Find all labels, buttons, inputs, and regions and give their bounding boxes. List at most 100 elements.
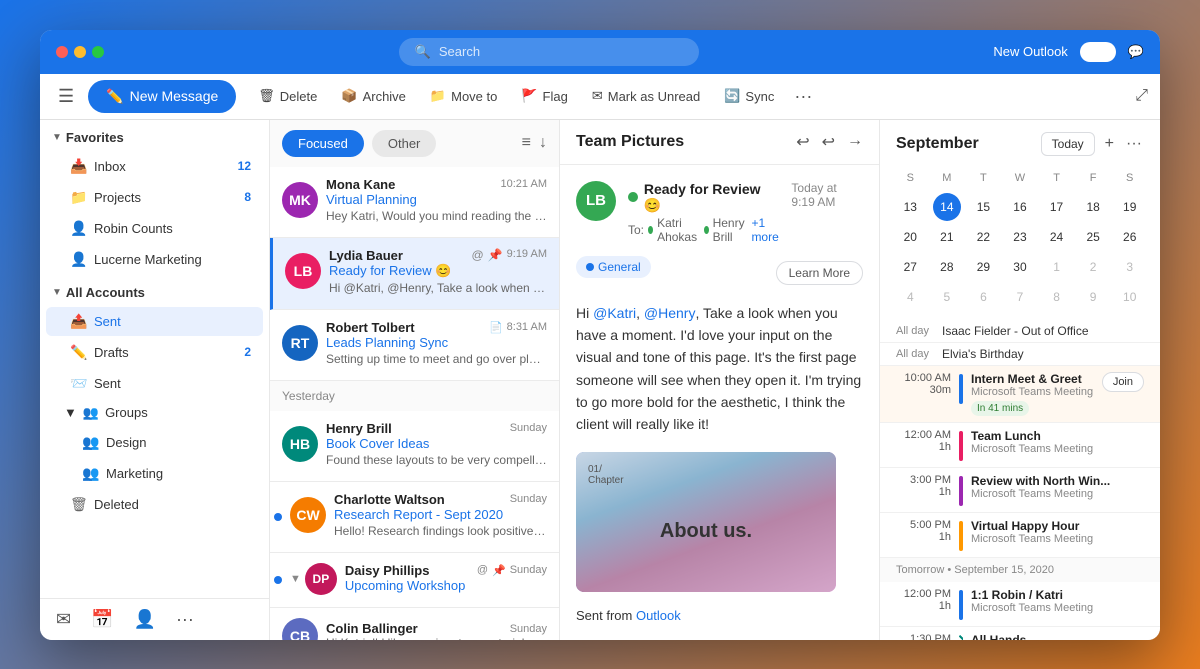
cal-day-28[interactable]: 28 [933,253,961,281]
cal-day-29[interactable]: 29 [969,253,997,281]
favorites-section[interactable]: ▼ Favorites [40,120,269,151]
cal-day-15[interactable]: 15 [969,193,997,221]
event-team-lunch[interactable]: 12:00 AM 1h Team Lunch Microsoft Teams M… [880,423,1160,468]
email-item-robert[interactable]: RT Robert Tolbert 📄 8:31 AM Leads Planni… [270,310,559,381]
maximize-dot[interactable] [92,46,104,58]
cal-day-26[interactable]: 26 [1116,223,1144,251]
avatar-mona: MK [282,182,318,218]
email-item-lydia[interactable]: LB Lydia Bauer @ 📌 9:19 AM Ready for R [270,238,559,310]
outlook-link[interactable]: Outlook [636,608,681,623]
move-to-button[interactable]: 📁 Move to [420,82,507,110]
search-box[interactable]: 🔍 Search [399,38,699,66]
hamburger-button[interactable]: ☰ [52,80,80,113]
flag-button[interactable]: 🚩 Flag [511,82,577,110]
cal-day-16[interactable]: 16 [1006,193,1034,221]
add-event-button[interactable]: + [1103,133,1116,155]
email-item-mona[interactable]: MK Mona Kane 10:21 AM Virtual Planning H… [270,167,559,238]
cal-day-18[interactable]: 18 [1079,193,1107,221]
cal-day-25[interactable]: 25 [1079,223,1107,251]
delete-button[interactable]: 🗑 Delete [248,82,327,110]
cal-day-13[interactable]: 13 [896,193,924,221]
learn-more-button[interactable]: Learn More [776,261,863,285]
sent-from: Sent from Outlook [576,608,863,623]
cal-day-oct10[interactable]: 10 [1116,283,1144,311]
cal-day-oct1[interactable]: 1 [1043,253,1071,281]
design-icon: 👥 [82,434,98,451]
sidebar-item-projects[interactable]: 📁 Projects 8 [46,183,263,212]
cal-day-oct6[interactable]: 6 [969,283,997,311]
email-item-charlotte[interactable]: CW Charlotte Waltson Sunday Research Rep… [270,482,559,553]
cal-day-20[interactable]: 20 [896,223,924,251]
delete-icon: 🗑 [258,88,275,104]
cal-day-oct2[interactable]: 2 [1079,253,1107,281]
email-item-daisy[interactable]: ▼ DP Daisy Phillips @ 📌 Sunday [270,553,559,608]
today-button[interactable]: Today [1041,132,1095,156]
expand-button[interactable]: ⤢ [1135,87,1148,105]
join-button[interactable]: Join [1102,372,1144,392]
reply-back-icon[interactable]: ↩ [796,132,809,152]
sidebar-item-design[interactable]: 👥 Design [46,428,263,457]
minimize-dot[interactable] [74,46,86,58]
new-outlook-toggle[interactable] [1080,42,1116,62]
filter-icon[interactable]: ≡ [522,134,531,152]
cal-day-oct9[interactable]: 9 [1079,283,1107,311]
event-all-hands[interactable]: 1:30 PM 1h 30m All Hands Microsoft Teams… [880,627,1160,640]
cal-day-19[interactable]: 19 [1116,193,1144,221]
sidebar-item-sent2[interactable]: 📨 Sent [46,369,263,398]
event-time-lunch: 12:00 AM 1h [896,429,951,453]
groups-header[interactable]: ▼ 👥 Groups [40,399,269,427]
sidebar-item-deleted[interactable]: 🗑 Deleted [46,490,263,519]
chat-icon[interactable]: 💬 [1128,44,1144,60]
titlebar: 🔍 Search New Outlook 💬 [40,30,1160,74]
cal-day-21[interactable]: 21 [933,223,961,251]
cal-day-24[interactable]: 24 [1043,223,1071,251]
other-tab[interactable]: Other [372,130,437,157]
archive-button[interactable]: 📦 Archive [331,82,416,110]
event-robin-katri[interactable]: 12:00 PM 1h 1:1 Robin / Katri Microsoft … [880,582,1160,627]
all-accounts-section[interactable]: ▼ All Accounts [40,275,269,306]
calendar-nav-button[interactable]: 📅 [91,609,113,630]
event-bar-happy [959,521,963,551]
close-dot[interactable] [56,46,68,58]
mail-nav-button[interactable]: ✉ [56,609,71,630]
cal-day-27[interactable]: 27 [896,253,924,281]
mention-katri: @Katri [593,305,636,321]
calendar-more-button[interactable]: ··· [1124,133,1144,155]
sidebar-item-sent[interactable]: 📤 Sent [46,307,263,336]
reply-icon[interactable]: ↩ [822,132,835,152]
new-message-button[interactable]: ✏️ New Message [88,80,236,113]
event-intern-meet[interactable]: 10:00 AM 30m Intern Meet & Greet Microso… [880,366,1160,423]
people-nav-button[interactable]: 👤 [134,609,156,630]
cal-day-oct5[interactable]: 5 [933,283,961,311]
event-happy-hour[interactable]: 5:00 PM 1h Virtual Happy Hour Microsoft … [880,513,1160,558]
cal-day-30[interactable]: 30 [1006,253,1034,281]
more-nav-button[interactable]: ··· [176,609,194,630]
from-avatar: LB [576,181,616,221]
cal-day-oct3[interactable]: 3 [1116,253,1144,281]
mark-unread-button[interactable]: ✉ Mark as Unread [582,82,710,110]
unread-dot-charlotte [274,513,282,521]
forward-icon[interactable]: → [847,132,863,152]
cal-day-22[interactable]: 22 [969,223,997,251]
event-review[interactable]: 3:00 PM 1h Review with North Win... Micr… [880,468,1160,513]
cal-day-14[interactable]: 14 [933,193,961,221]
cal-day-oct7[interactable]: 7 [1006,283,1034,311]
email-item-colin[interactable]: CB Colin Ballinger Sunday Hi Katri, I'd … [270,608,559,640]
preview-mona: Hey Katri, Would you mind reading the dr… [326,209,547,223]
cal-day-23[interactable]: 23 [1006,223,1034,251]
sidebar-item-lucerne[interactable]: 👤 Lucerne Marketing [46,245,263,274]
sidebar-item-inbox[interactable]: 📥 Inbox 12 [46,152,263,181]
cal-day-oct4[interactable]: 4 [896,283,924,311]
sort-icon[interactable]: ↓ [539,134,547,152]
sidebar-item-robin[interactable]: 👤 Robin Counts [46,214,263,243]
focused-tab[interactable]: Focused [282,130,364,157]
cal-day-oct8[interactable]: 8 [1043,283,1071,311]
all-accounts-label: All Accounts [66,285,145,300]
sidebar-item-marketing[interactable]: 👥 Marketing [46,459,263,488]
subject-charlotte: Research Report - Sept 2020 [334,507,547,522]
sidebar-item-drafts[interactable]: ✏️ Drafts 2 [46,338,263,367]
more-button[interactable]: ··· [788,86,818,107]
email-item-henry[interactable]: HB Henry Brill Sunday Book Cover Ideas F… [270,411,559,482]
sync-button[interactable]: 🔄 Sync [714,82,784,110]
cal-day-17[interactable]: 17 [1043,193,1071,221]
